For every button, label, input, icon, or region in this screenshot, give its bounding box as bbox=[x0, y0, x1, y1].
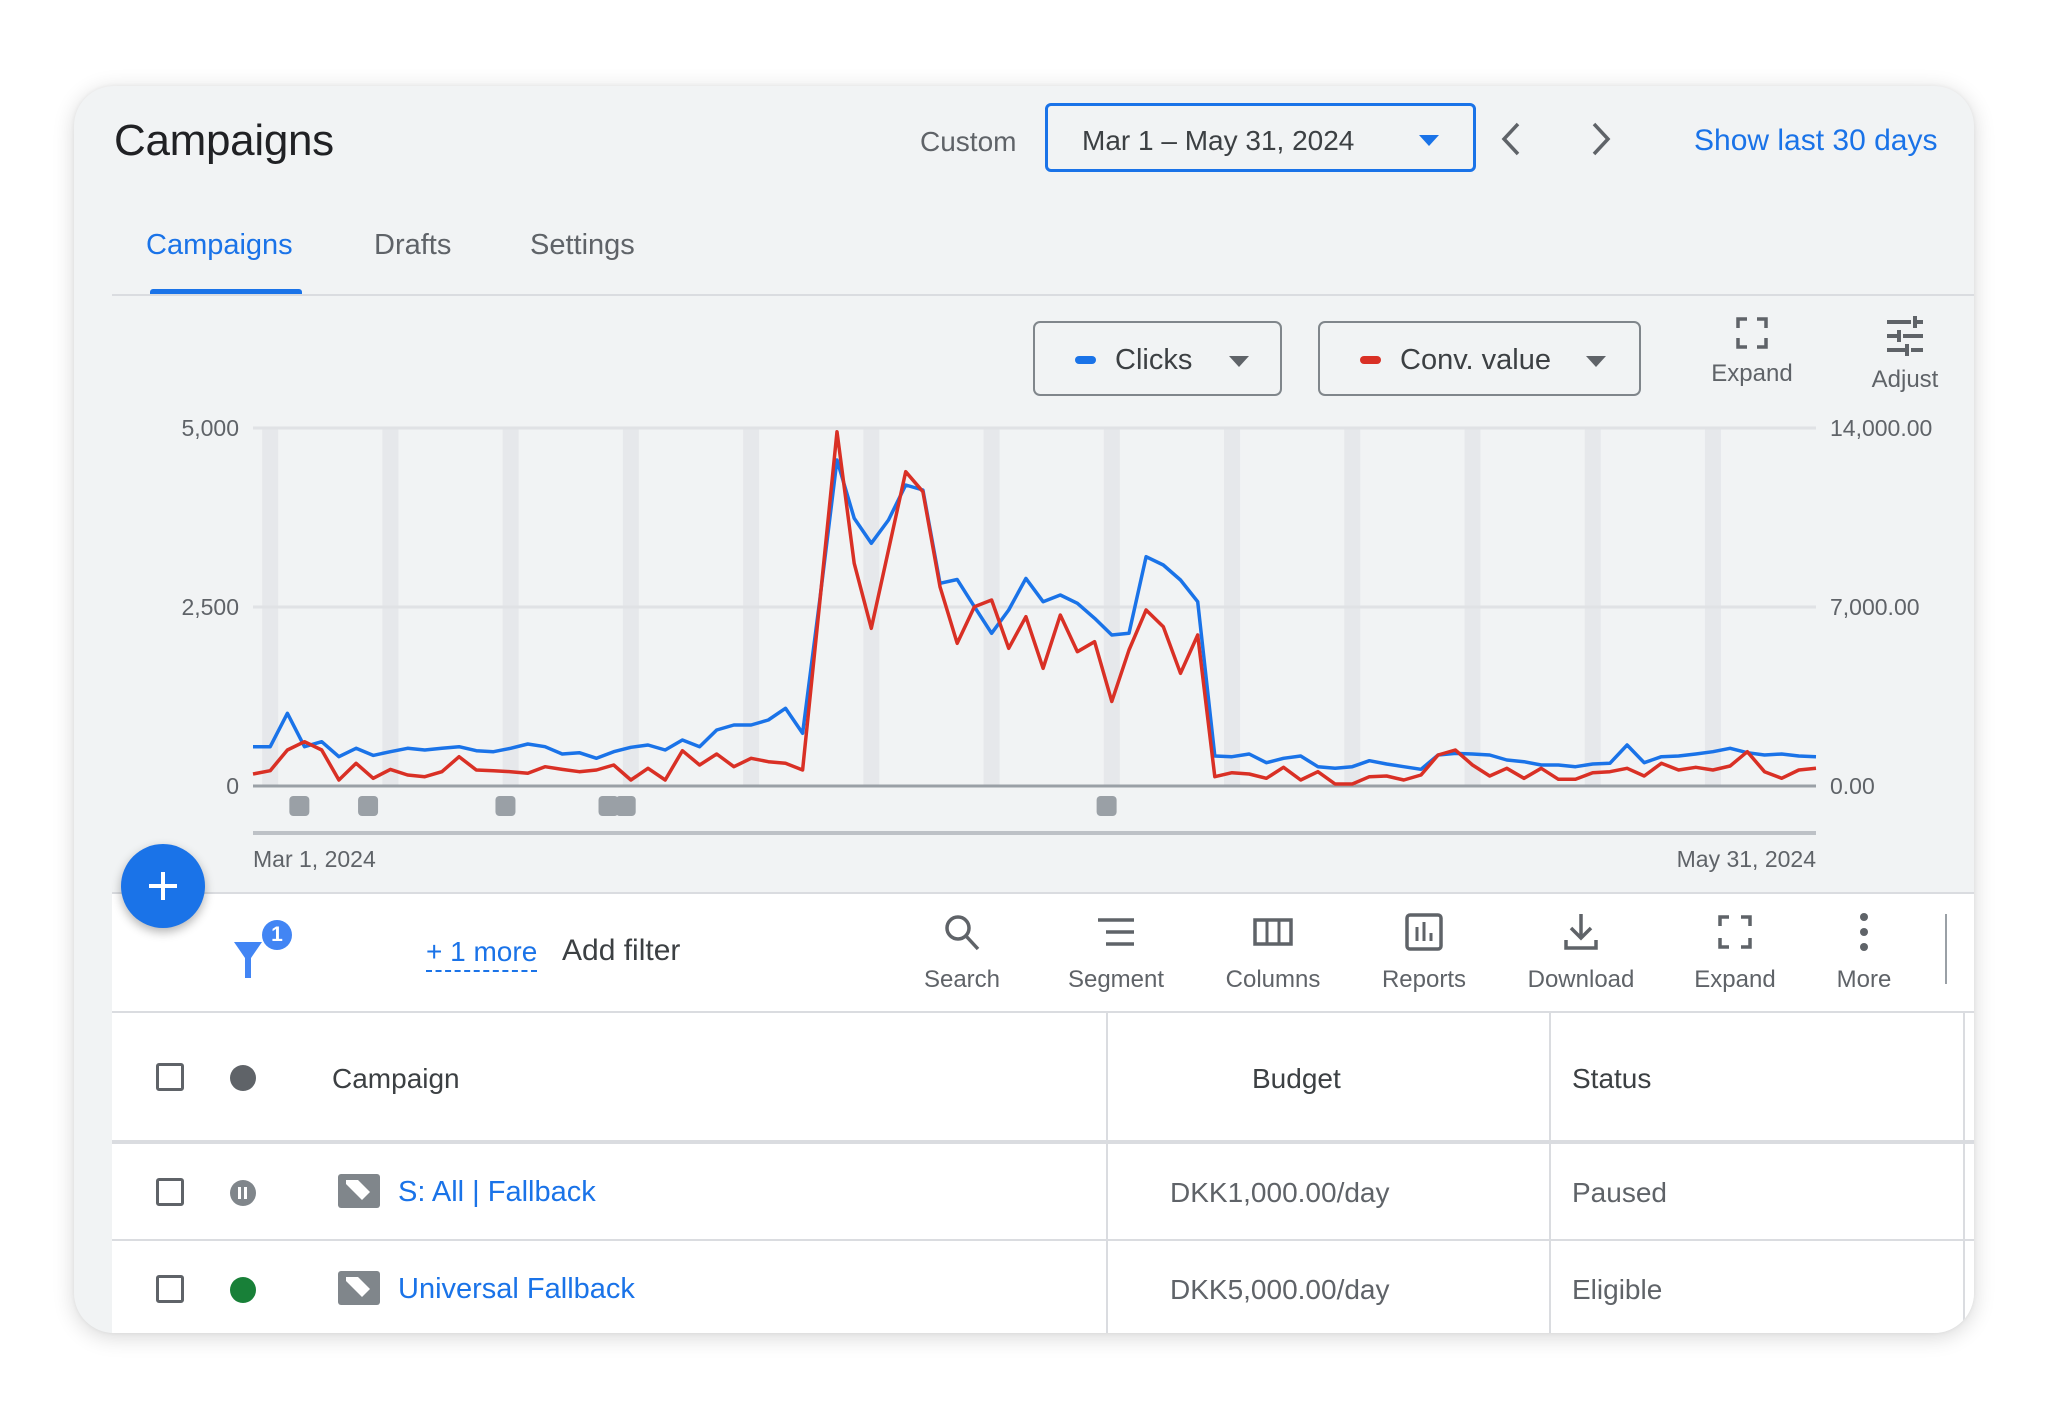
y-right-tick-label: 14,000.00 bbox=[1830, 415, 1932, 441]
filter-button[interactable]: 1 bbox=[232, 920, 292, 980]
table-header-row: Campaign Budget Status bbox=[112, 1013, 1974, 1144]
more-vert-icon bbox=[1860, 913, 1868, 951]
fullscreen-icon bbox=[1718, 915, 1752, 949]
y-left-tick-label: 5,000 bbox=[181, 415, 239, 441]
campaign-type-icon bbox=[338, 1271, 380, 1305]
series-line-clicks bbox=[253, 458, 1817, 772]
eligible-status-icon bbox=[230, 1277, 256, 1303]
download-button[interactable]: Download bbox=[1521, 912, 1641, 994]
annotation-marker bbox=[615, 796, 636, 816]
download-label: Download bbox=[1527, 966, 1635, 993]
y-left-tick-label: 0 bbox=[226, 773, 239, 799]
add-filter-button[interactable]: Add filter bbox=[562, 934, 680, 968]
campaigns-table: Campaign Budget Status S: All | Fallback… bbox=[112, 1013, 1974, 1333]
search-label: Search bbox=[923, 966, 1001, 993]
annotation-marker bbox=[495, 796, 516, 816]
segment-button[interactable]: Segment bbox=[1056, 912, 1176, 994]
select-all-checkbox[interactable] bbox=[156, 1063, 184, 1091]
status-column-icon bbox=[230, 1065, 256, 1091]
budget-cell[interactable]: DKK1,000.00/day bbox=[1170, 1177, 1390, 1209]
columns-label: Columns bbox=[1225, 966, 1321, 993]
more-options-label: More bbox=[1836, 966, 1892, 993]
column-header-budget[interactable]: Budget bbox=[1252, 1063, 1341, 1095]
create-campaign-button[interactable] bbox=[121, 844, 205, 928]
table-toolbar: 1 + 1 more Add filter Search Segment Col… bbox=[112, 892, 1974, 1013]
columns-icon bbox=[1253, 918, 1293, 946]
paused-status-icon bbox=[230, 1180, 256, 1206]
segment-label: Segment bbox=[1067, 966, 1165, 993]
x-start-label: Mar 1, 2024 bbox=[253, 846, 376, 872]
column-header-campaign[interactable]: Campaign bbox=[332, 1063, 460, 1095]
x-end-label: May 31, 2024 bbox=[1677, 846, 1817, 872]
column-divider bbox=[1549, 1013, 1551, 1333]
status-cell: Eligible bbox=[1572, 1274, 1663, 1305]
search-button[interactable]: Search bbox=[902, 912, 1022, 994]
column-divider bbox=[1106, 1013, 1108, 1333]
performance-chart: 0 0.00 2,500 7,000.00 5,000 14,000.00 Mar 1, 2… bbox=[181, 415, 1932, 872]
reports-icon bbox=[1405, 913, 1443, 951]
table-expand-button[interactable]: Expand bbox=[1675, 912, 1795, 994]
search-icon bbox=[945, 915, 980, 951]
table-row: S: All | Fallback DKK1,000.00/day Paused bbox=[112, 1144, 1974, 1241]
y-right-tick-label: 7,000.00 bbox=[1830, 594, 1920, 620]
collapse-chart-button[interactable] bbox=[1972, 932, 1974, 972]
annotation-marker bbox=[598, 796, 619, 816]
row-checkbox[interactable] bbox=[156, 1275, 184, 1303]
campaign-type-icon bbox=[338, 1174, 380, 1208]
annotation-marker bbox=[358, 796, 379, 816]
annotation-marker bbox=[1096, 796, 1117, 816]
table-expand-label: Expand bbox=[1694, 966, 1776, 993]
status-cell: Paused bbox=[1572, 1177, 1667, 1208]
more-filters-link[interactable]: + 1 more bbox=[426, 936, 538, 972]
campaigns-card: Campaigns Custom Mar 1 – May 31, 2024 Sh… bbox=[74, 86, 1974, 1333]
reports-button[interactable]: Reports bbox=[1364, 912, 1484, 994]
y-right-tick-label: 0.00 bbox=[1830, 773, 1875, 799]
table-row: Universal Fallback DKK5,000.00/day Eligi… bbox=[112, 1241, 1974, 1333]
toolbar-divider bbox=[1945, 914, 1947, 984]
campaign-name-link[interactable]: S: All | Fallback bbox=[398, 1176, 596, 1209]
filter-count-badge: 1 bbox=[262, 920, 292, 950]
chevron-up-icon bbox=[1972, 932, 1974, 972]
reports-label: Reports bbox=[1381, 966, 1467, 993]
budget-cell[interactable]: DKK5,000.00/day bbox=[1170, 1274, 1390, 1306]
segment-icon bbox=[1098, 918, 1134, 946]
download-icon bbox=[1564, 914, 1598, 950]
more-options-button[interactable]: More bbox=[1804, 912, 1924, 994]
campaign-name-link[interactable]: Universal Fallback bbox=[398, 1273, 635, 1306]
y-left-tick-label: 2,500 bbox=[181, 594, 239, 620]
annotation-marker bbox=[289, 796, 310, 816]
column-divider bbox=[1963, 1013, 1965, 1333]
column-header-status[interactable]: Status bbox=[1572, 1063, 1651, 1095]
row-checkbox[interactable] bbox=[156, 1178, 184, 1206]
columns-button[interactable]: Columns bbox=[1213, 912, 1333, 994]
